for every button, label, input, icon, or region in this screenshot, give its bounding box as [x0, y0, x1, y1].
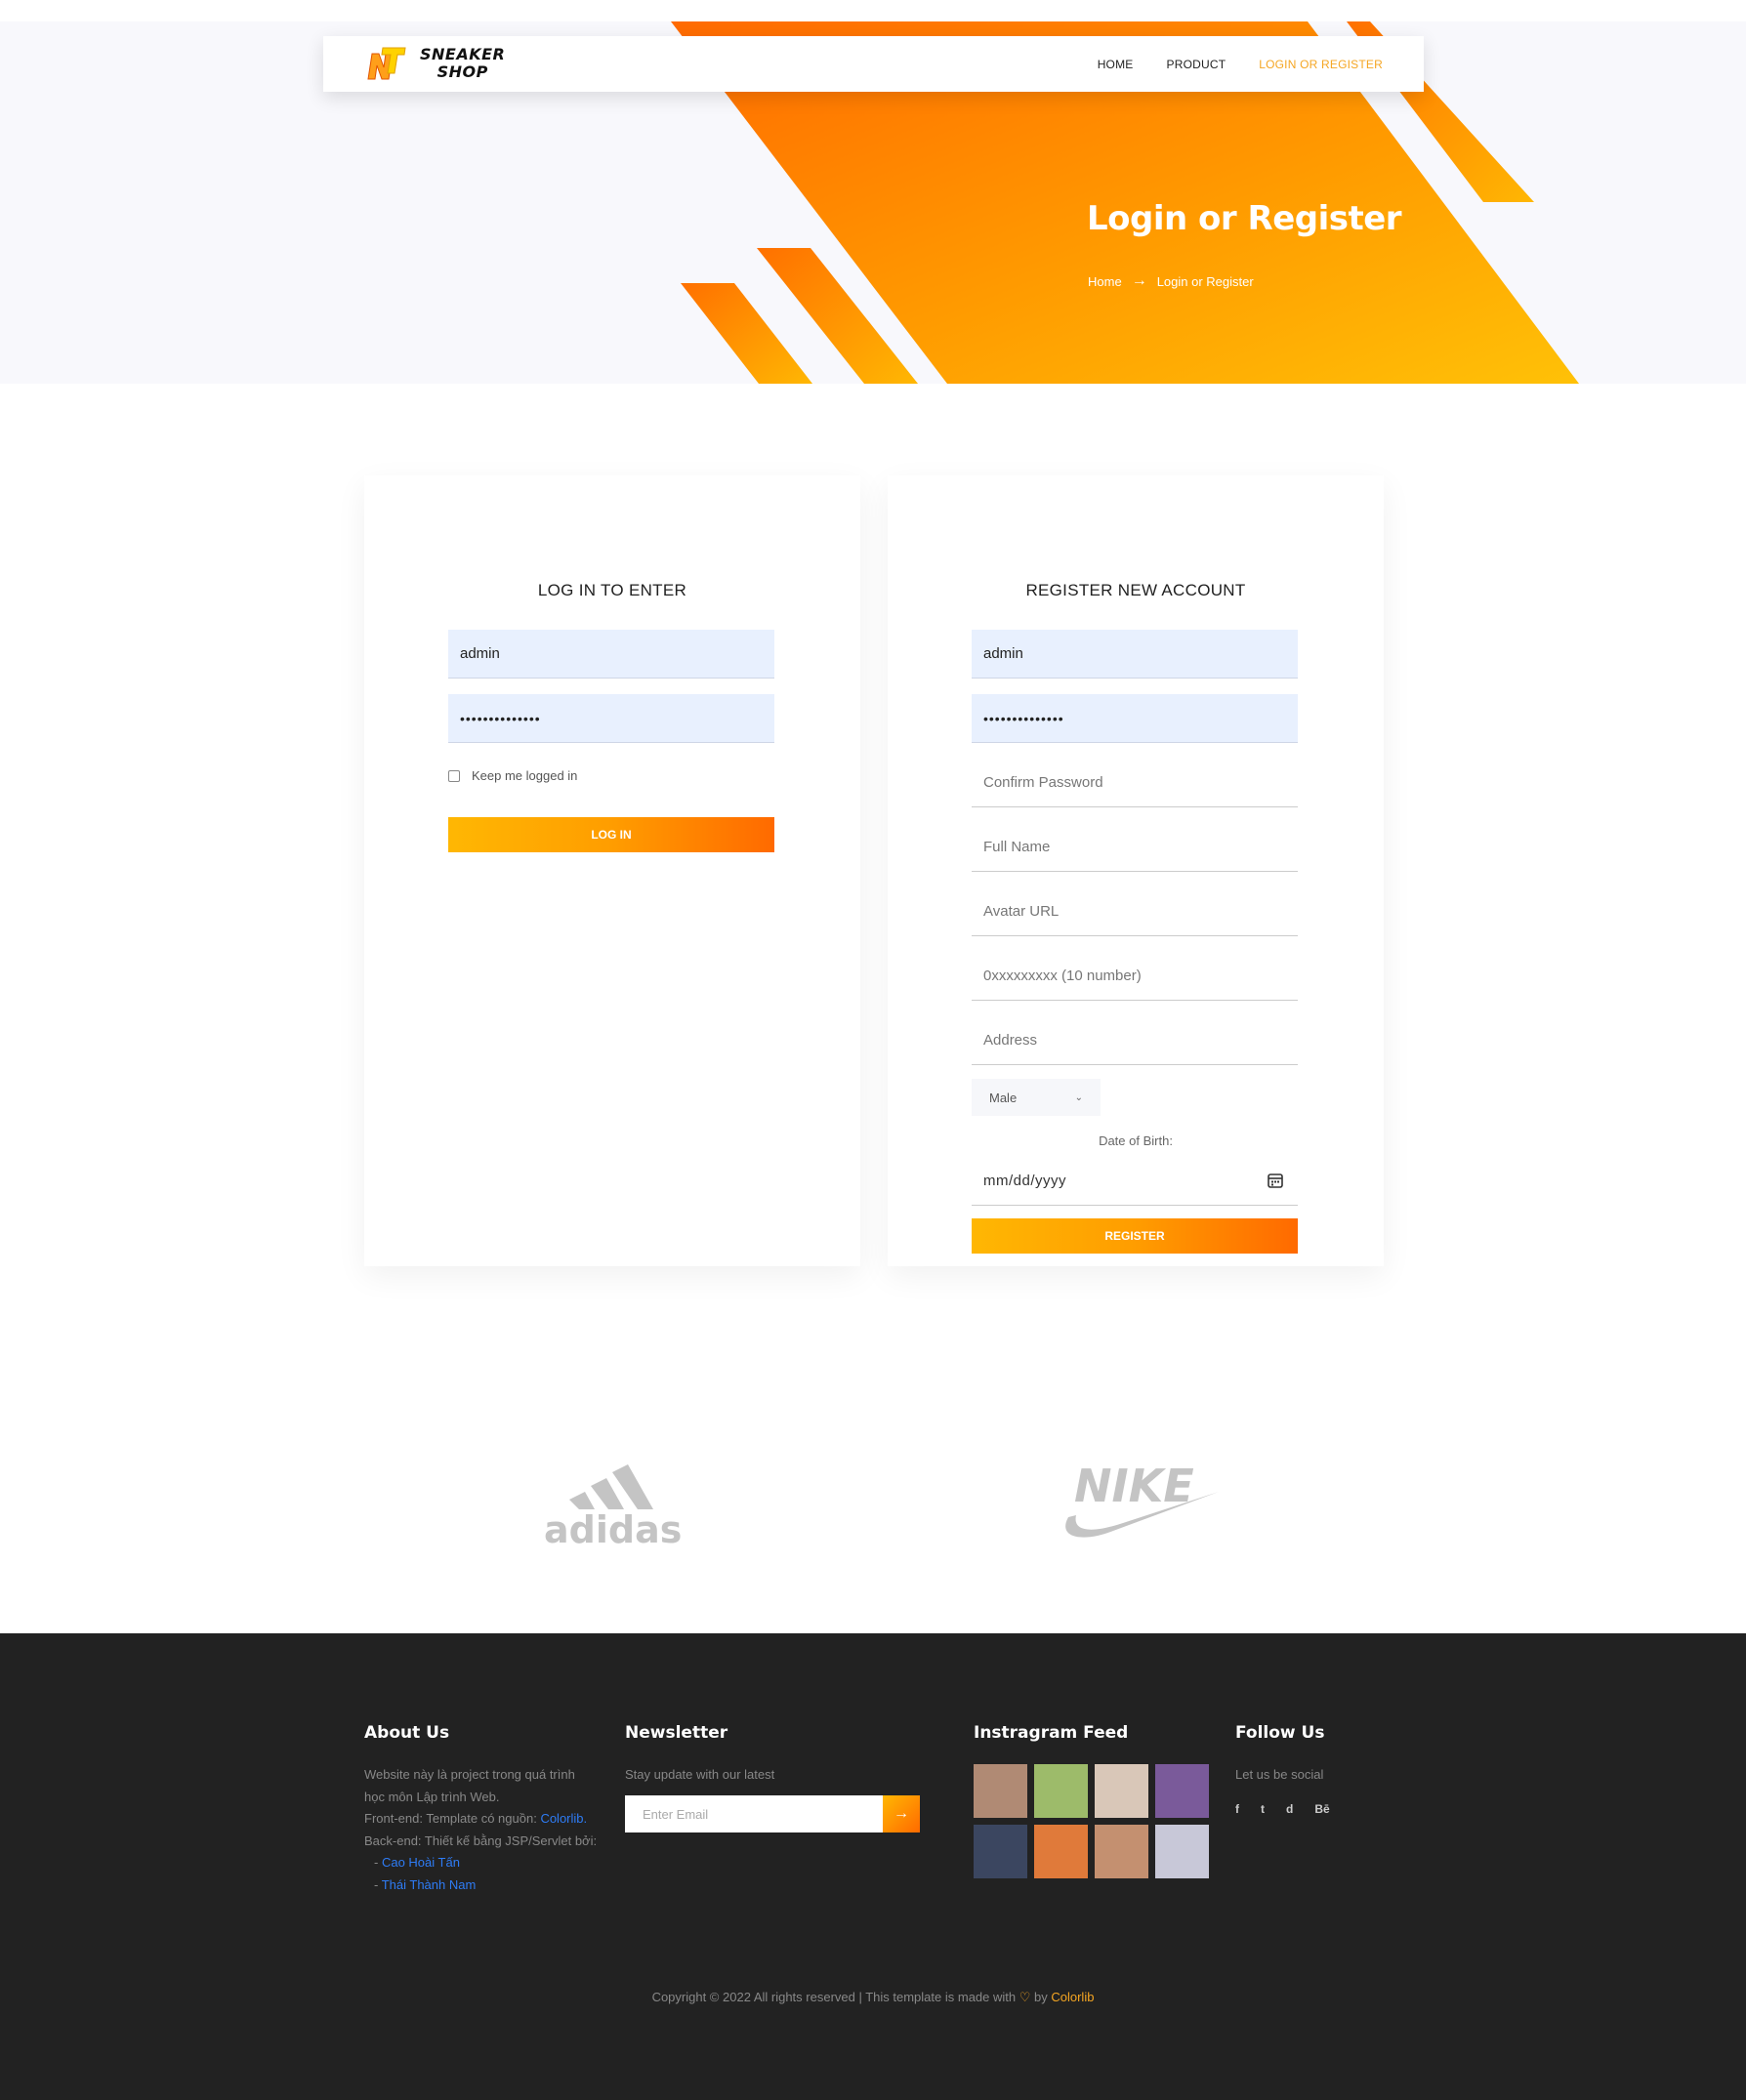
heart-icon: ♡ [1018, 1990, 1031, 2004]
about-line-2: học môn Lập trình Web. [364, 1789, 500, 1804]
newsletter-email-input[interactable]: Enter Email [625, 1795, 883, 1832]
avatar-url-input[interactable]: Avatar URL [972, 887, 1298, 936]
phone-input[interactable]: 0xxxxxxxxx (10 number) [972, 952, 1298, 1001]
instagram-photo[interactable] [1034, 1825, 1088, 1878]
instagram-photo[interactable] [1155, 1825, 1209, 1878]
author-2-dash: - [374, 1876, 382, 1892]
author-2-link[interactable]: Thái Thành Nam [382, 1877, 477, 1892]
logo-mark-icon [367, 47, 406, 80]
chevron-down-icon: ⌄ [1074, 1091, 1083, 1103]
breadcrumb-current: Login or Register [1156, 273, 1254, 289]
arrow-right-icon: → [894, 1805, 909, 1822]
about-line-4: Back-end: Thiết kế bằng JSP/Servlet bởi: [364, 1832, 598, 1848]
register-button[interactable]: REGISTER [972, 1218, 1298, 1254]
instagram-photo[interactable] [1034, 1764, 1088, 1818]
author-1-dash: - [374, 1855, 382, 1870]
nav-menu: HOME PRODUCT LOGIN OR REGISTER [1098, 36, 1383, 92]
about-line-1: Website này là project trong quá trình [364, 1767, 575, 1782]
behance-icon[interactable]: Bē [1314, 1802, 1329, 1816]
dob-placeholder: mm/dd/yyyy [983, 1173, 1067, 1189]
footer-instagram: Instragram Feed [974, 1723, 1209, 1878]
login-card: LOG IN TO ENTER admin •••••••••••••• Kee… [364, 475, 860, 1266]
page-title: Login or Register [1087, 199, 1402, 238]
footer [0, 1633, 1746, 2100]
dribbble-icon[interactable]: d [1286, 1802, 1293, 1816]
newsletter-submit-button[interactable]: → [883, 1795, 920, 1832]
remember-me-label: Keep me logged in [472, 768, 578, 783]
follow-text: Let us be social [1235, 1767, 1324, 1782]
nav-item-login-register[interactable]: LOGIN OR REGISTER [1259, 58, 1383, 71]
footer-newsletter-heading: Newsletter [625, 1723, 728, 1743]
instagram-photo[interactable] [1095, 1825, 1148, 1878]
author-1: - Cao Hoài Tấn [364, 1852, 597, 1874]
adidas-logo: adidas [542, 1449, 688, 1551]
footer-follow-heading: Follow Us [1235, 1723, 1325, 1743]
calendar-icon[interactable] [1267, 1172, 1284, 1189]
gender-selected-value: Male [989, 1090, 1018, 1105]
address-input[interactable]: Address [972, 1016, 1298, 1065]
login-username-input[interactable]: admin [448, 630, 774, 679]
author-1-link[interactable]: Cao Hoài Tấn [382, 1855, 460, 1870]
footer-about-heading: About Us [364, 1723, 450, 1743]
confirm-password-input[interactable]: Confirm Password [972, 759, 1298, 807]
footer-follow: Follow Us Let us be social f t d Bē [1235, 1723, 1330, 1816]
dob-label: Date of Birth: [1099, 1133, 1173, 1148]
twitter-icon[interactable]: t [1261, 1802, 1265, 1816]
register-heading: REGISTER NEW ACCOUNT [1025, 581, 1246, 599]
register-password-input[interactable]: •••••••••••••• [972, 694, 1298, 743]
gender-select[interactable]: Male ⌄ [972, 1079, 1101, 1116]
copyright-text: Copyright © 2022 All rights reserved | T… [651, 1990, 1019, 2004]
social-links: f t d Bē [1235, 1802, 1330, 1816]
logo-wordmark: SNEAKER SHOP [420, 46, 505, 81]
instagram-photo[interactable] [1155, 1764, 1209, 1818]
adidas-stripes-icon: adidas [544, 1464, 682, 1551]
facebook-icon[interactable]: f [1235, 1802, 1239, 1816]
colorlib-link[interactable]: Colorlib. [540, 1811, 587, 1826]
dob-input[interactable]: mm/dd/yyyy [972, 1157, 1298, 1206]
full-name-input[interactable]: Full Name [972, 823, 1298, 872]
copyright-by: by [1030, 1990, 1052, 2004]
breadcrumb: Home → Login or Register [1088, 272, 1254, 290]
copyright-colorlib-link[interactable]: Colorlib [1051, 1990, 1094, 2004]
nike-wordmark: NIKE [1074, 1460, 1194, 1512]
top-navbar: SNEAKER SHOP HOME PRODUCT LOGIN OR REGIS… [323, 36, 1424, 92]
nike-logo: NIKE [1055, 1453, 1221, 1545]
about-line-3-text: Front-end: Template có nguồn: [364, 1811, 541, 1826]
site-logo[interactable]: SNEAKER SHOP [366, 42, 505, 87]
footer-about: About Us Website này là project trong qu… [364, 1723, 597, 1896]
instagram-photo[interactable] [974, 1825, 1027, 1878]
arrow-right-icon: → [1131, 272, 1147, 289]
login-button[interactable]: LOG IN [448, 817, 774, 852]
register-username-input[interactable]: admin [972, 630, 1298, 679]
remember-me-row: Keep me logged in [448, 768, 577, 783]
nav-item-home[interactable]: HOME [1098, 58, 1134, 71]
footer-instagram-heading: Instragram Feed [974, 1723, 1129, 1743]
instagram-grid [974, 1764, 1209, 1878]
instagram-photo[interactable] [1095, 1764, 1148, 1818]
logo-line-1: SNEAKER [420, 45, 506, 63]
logo-line-2: SHOP [436, 62, 488, 81]
adidas-wordmark: adidas [544, 1508, 682, 1546]
breadcrumb-home[interactable]: Home [1088, 274, 1122, 289]
instagram-photo[interactable] [974, 1764, 1027, 1818]
author-2: - Thái Thành Nam [364, 1874, 597, 1897]
nike-swoosh-icon: NIKE [1065, 1460, 1219, 1538]
copyright: Copyright © 2022 All rights reserved | T… [0, 1990, 1746, 2005]
footer-newsletter: Newsletter Stay update with our latest E… [625, 1723, 928, 1860]
newsletter-text: Stay update with our latest [625, 1767, 775, 1782]
nav-item-product[interactable]: PRODUCT [1167, 58, 1226, 71]
about-line-3: Front-end: Template có nguồn: Colorlib. [364, 1808, 597, 1831]
remember-me-checkbox[interactable] [448, 769, 460, 782]
register-card: REGISTER NEW ACCOUNT admin •••••••••••••… [888, 475, 1384, 1266]
login-password-input[interactable]: •••••••••••••• [448, 694, 774, 743]
login-heading: LOG IN TO ENTER [537, 581, 687, 599]
